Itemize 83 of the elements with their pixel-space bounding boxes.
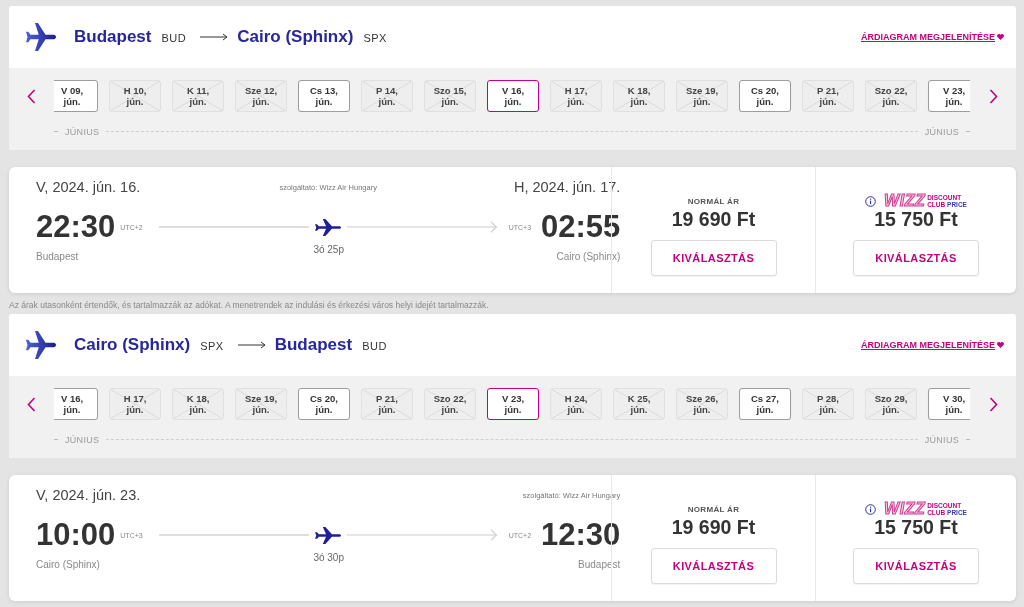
fare-price: 19 690 Ft <box>671 208 756 230</box>
logo-wordmark: WIZZ <box>884 194 926 208</box>
origin-city: Budapest <box>74 27 152 47</box>
airport-code: BUD <box>161 32 187 44</box>
date-button[interactable]: H 17, jún. <box>109 388 161 420</box>
month-label: JÚNIUS <box>924 126 959 137</box>
departure-date: V, 2024. jún. 23. <box>36 487 141 504</box>
logo-wordmark: WIZZ <box>884 502 926 516</box>
date-button[interactable]: H 24, jún. <box>550 388 602 420</box>
plane-icon <box>26 331 56 359</box>
airport-code: BUD <box>362 340 387 352</box>
arrival-time: 02:55 <box>541 211 621 243</box>
arrow-icon <box>200 33 229 41</box>
select-button[interactable]: KIVÁLASZTÁS <box>853 240 979 276</box>
departure-date: V, 2024. jún. 16. <box>36 179 141 196</box>
date-button[interactable]: P 21, jún. <box>802 80 854 112</box>
info-icon[interactable] <box>865 195 877 207</box>
duration-text: 3ó 25p <box>313 244 344 257</box>
chevron-left-icon <box>27 396 36 412</box>
date-button[interactable]: Sze 19, jún. <box>676 80 728 112</box>
date-button[interactable]: P 28, jún. <box>802 388 854 420</box>
destination-city: Cairo (Sphinx) <box>237 27 354 47</box>
date-button[interactable]: V 30, jún. <box>928 388 970 420</box>
date-button[interactable]: Sze 19, jún. <box>235 388 287 420</box>
plane-icon <box>26 23 56 51</box>
date-button[interactable]: Szo 22, jún. <box>424 388 476 420</box>
heart-icon <box>997 34 1004 40</box>
date-button[interactable]: V 16, jún. <box>54 388 98 420</box>
arrival-city: Cairo (Sphinx) <box>556 251 621 263</box>
fare-price: 15 750 Ft <box>874 208 958 230</box>
plane-icon <box>314 218 341 236</box>
date-button[interactable]: P 14, jún. <box>361 80 413 112</box>
date-button[interactable]: K 18, jún. <box>613 80 665 112</box>
date-button[interactable]: H 10, jún. <box>109 80 161 112</box>
departure-city: Budapest <box>36 251 80 263</box>
arrow-icon <box>237 341 266 349</box>
date-button[interactable]: V 09, jún. <box>54 80 98 112</box>
departure-time: 10:00 <box>36 519 116 551</box>
month-label: JÚNIUS <box>65 434 100 445</box>
chevron-right-icon <box>988 396 998 412</box>
price-chart-link[interactable]: ÁRDIAGRAM MEGJELENÍTÉSE <box>861 340 1004 350</box>
departure-city: Cairo (Sphinx) <box>36 559 101 571</box>
plane-icon <box>314 526 341 544</box>
select-button[interactable]: KIVÁLASZTÁS <box>650 548 777 584</box>
month-label: JÚNIUS <box>65 126 100 137</box>
date-button[interactable]: Cs 20, jún. <box>739 80 791 112</box>
airport-code: SPX <box>200 340 224 352</box>
info-icon[interactable] <box>865 503 877 515</box>
fare-price: 19 690 Ft <box>671 516 756 538</box>
heart-icon <box>997 342 1004 348</box>
date-button[interactable]: K 11, jún. <box>172 80 224 112</box>
date-button[interactable]: Cs 27, jún. <box>739 388 791 420</box>
price-chart-link[interactable]: ÁRDIAGRAM MEGJELENÍTÉSE <box>861 32 1004 42</box>
fare-price: 15 750 Ft <box>874 516 958 538</box>
arrival-city: Budapest <box>578 559 621 571</box>
date-button[interactable]: Szo 15, jún. <box>424 80 476 112</box>
fare-label: NORMÁL ÁR <box>687 504 740 514</box>
date-button[interactable]: Sze 26, jún. <box>676 388 728 420</box>
date-button[interactable]: H 17, jún. <box>550 80 602 112</box>
select-button[interactable]: KIVÁLASZTÁS <box>853 548 979 584</box>
departure-time: 22:30 <box>36 211 116 243</box>
date-button[interactable]: K 25, jún. <box>613 388 665 420</box>
chevron-left-icon <box>27 88 36 104</box>
fare-label: NORMÁL ÁR <box>687 196 740 206</box>
date-button[interactable]: K 18, jún. <box>172 388 224 420</box>
date-button[interactable]: V 23, jún. <box>928 80 970 112</box>
destination-city: Budapest <box>274 335 353 355</box>
date-button[interactable]: Cs 13, jún. <box>298 80 350 112</box>
select-button[interactable]: KIVÁLASZTÁS <box>650 240 777 276</box>
airport-code: SPX <box>363 32 387 44</box>
date-button[interactable]: V 23, jún. <box>487 388 539 420</box>
date-button[interactable]: Szo 29, jún. <box>865 388 917 420</box>
footnote-text: Az árak utasonként értendők, és tartalmazzák az adókat. A menetrendek az indulási és érkezési város helyi idejét tartalmazzák. <box>9 300 489 311</box>
date-button[interactable]: P 21, jún. <box>361 388 413 420</box>
chevron-right-icon <box>988 88 998 104</box>
origin-city: Cairo (Sphinx) <box>74 335 191 355</box>
duration-text: 3ó 30p <box>313 552 344 565</box>
date-button[interactable]: Sze 12, jún. <box>235 80 287 112</box>
date-button[interactable]: Szo 22, jún. <box>865 80 917 112</box>
month-label: JÚNIUS <box>924 434 959 445</box>
date-button[interactable]: Cs 20, jún. <box>298 388 350 420</box>
arrival-time: 12:30 <box>541 519 621 551</box>
date-button[interactable]: V 16, jún. <box>487 80 539 112</box>
